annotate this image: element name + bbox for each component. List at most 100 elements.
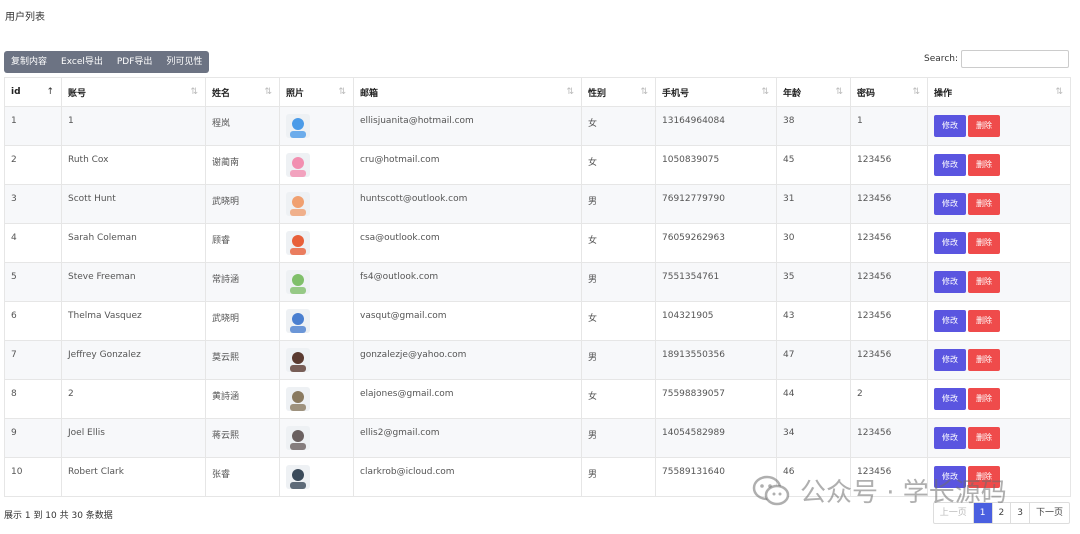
cell-name: 武晓明 [205, 184, 280, 224]
delete-button[interactable]: 删除 [968, 193, 1000, 215]
delete-button[interactable]: 删除 [968, 310, 1000, 332]
table-row: 6 Thelma Vasquez 武晓明 vasqut@gmail.com 女 10432… [4, 301, 1071, 341]
search-bar: Search: [924, 50, 1069, 68]
delete-button[interactable]: 删除 [968, 154, 1000, 176]
sort-icon[interactable]: ⇅ [912, 87, 920, 97]
avatar-cell [279, 184, 354, 224]
column-header-age[interactable]: 年龄 ⇅ [776, 77, 851, 107]
delete-button[interactable]: 删除 [968, 115, 1000, 137]
edit-button[interactable]: 修改 [934, 193, 966, 215]
edit-button[interactable]: 修改 [934, 349, 966, 371]
cell-gender: 女 [581, 301, 656, 341]
cell-id: 6 [4, 301, 62, 341]
edit-button[interactable]: 修改 [934, 388, 966, 410]
avatar-cell [279, 301, 354, 341]
column-header-phone[interactable]: 手机号 ⇅ [655, 77, 777, 107]
cell-age: 35 [776, 262, 851, 302]
cell-account: Ruth Cox [61, 145, 206, 185]
column-header-password[interactable]: 密码 ⇅ [850, 77, 928, 107]
cell-email: elajones@gmail.com [353, 379, 582, 419]
column-visibility-button[interactable]: 列可见性 [159, 51, 209, 73]
cell-account: Robert Clark [61, 457, 206, 497]
sort-icon[interactable]: ⇅ [835, 87, 843, 97]
copy-button[interactable]: 复制内容 [4, 51, 54, 73]
cell-gender: 女 [581, 145, 656, 185]
cell-account: 2 [61, 379, 206, 419]
sort-icon[interactable]: ⇅ [190, 87, 198, 97]
avatar-cell [279, 457, 354, 497]
column-header-email[interactable]: 邮箱 ⇅ [353, 77, 582, 107]
actions-cell: 修改 删除 [927, 145, 1071, 185]
cell-id: 2 [4, 145, 62, 185]
cell-gender: 男 [581, 418, 656, 458]
edit-button[interactable]: 修改 [934, 154, 966, 176]
edit-button[interactable]: 修改 [934, 115, 966, 137]
sort-icon[interactable]: ↑ [46, 87, 54, 97]
cell-age: 30 [776, 223, 851, 263]
edit-button[interactable]: 修改 [934, 310, 966, 332]
table-row: 5 Steve Freeman 常詩涵 fs4@outlook.com 男 7551354… [4, 262, 1071, 302]
edit-button[interactable]: 修改 [934, 427, 966, 449]
cell-email: ellisjuanita@hotmail.com [353, 106, 582, 146]
avatar [286, 348, 310, 372]
cell-phone: 7551354761 [655, 262, 777, 302]
actions-cell: 修改 删除 [927, 184, 1071, 224]
next-page-button[interactable]: 下一页 [1030, 503, 1069, 523]
cell-phone: 14054582989 [655, 418, 777, 458]
column-header-label: 操作 [934, 88, 953, 99]
sort-icon[interactable]: ⇅ [640, 87, 648, 97]
column-header-label: 性别 [588, 88, 607, 99]
pdf-export-button[interactable]: PDF导出 [110, 51, 160, 73]
watermark-text: 公众号 · 学长源码 [800, 478, 1007, 508]
avatar-cell [279, 223, 354, 263]
cell-phone: 76059262963 [655, 223, 777, 263]
cell-phone: 76912779790 [655, 184, 777, 224]
avatar-cell [279, 145, 354, 185]
avatar [286, 153, 310, 177]
sort-icon[interactable]: ⇅ [264, 87, 272, 97]
export-button-group: 复制内容 Excel导出 PDF导出 列可见性 [4, 51, 210, 73]
column-header-actions[interactable]: 操作 ⇅ [927, 77, 1071, 107]
cell-id: 8 [4, 379, 62, 419]
delete-button[interactable]: 删除 [968, 427, 1000, 449]
sort-icon[interactable]: ⇅ [338, 87, 346, 97]
delete-button[interactable]: 删除 [968, 232, 1000, 254]
avatar-cell [279, 340, 354, 380]
avatar [286, 465, 310, 489]
cell-password: 123456 [850, 223, 928, 263]
sort-icon[interactable]: ⇅ [566, 87, 574, 97]
cell-gender: 男 [581, 340, 656, 380]
avatar [286, 192, 310, 216]
cell-phone: 18913550356 [655, 340, 777, 380]
column-header-id[interactable]: id ↑ [4, 77, 62, 107]
table-row: 9 Joel Ellis 蒋云熙 ellis2@gmail.com 男 140545829… [4, 418, 1071, 458]
column-header-label: 手机号 [662, 88, 690, 99]
edit-button[interactable]: 修改 [934, 271, 966, 293]
column-header-label: 照片 [286, 88, 305, 99]
cell-id: 7 [4, 340, 62, 380]
table-row: 8 2 黄詩涵 elajones@gmail.com 女 75598839057 44 2 修改… [4, 379, 1071, 419]
column-header-name[interactable]: 姓名 ⇅ [205, 77, 280, 107]
page-button-3[interactable]: 3 [1011, 503, 1030, 523]
sort-icon[interactable]: ⇅ [1055, 87, 1063, 97]
column-header-account[interactable]: 账号 ⇅ [61, 77, 206, 107]
cell-password: 123456 [850, 262, 928, 302]
search-input[interactable] [961, 50, 1069, 68]
watermark: 公众号 · 学长源码 [752, 472, 1007, 509]
excel-export-button[interactable]: Excel导出 [54, 51, 110, 73]
column-header-label: 账号 [68, 88, 87, 99]
sort-icon[interactable]: ⇅ [761, 87, 769, 97]
column-header-gender[interactable]: 性别 ⇅ [581, 77, 656, 107]
cell-name: 武晓明 [205, 301, 280, 341]
cell-id: 9 [4, 418, 62, 458]
avatar [286, 387, 310, 411]
edit-button[interactable]: 修改 [934, 232, 966, 254]
delete-button[interactable]: 删除 [968, 349, 1000, 371]
cell-account: Sarah Coleman [61, 223, 206, 263]
cell-id: 3 [4, 184, 62, 224]
delete-button[interactable]: 删除 [968, 271, 1000, 293]
cell-gender: 男 [581, 262, 656, 302]
column-header-photo[interactable]: 照片 ⇅ [279, 77, 354, 107]
table-row: 2 Ruth Cox 谢蔺南 cru@hotmail.com 女 1050839075 45… [4, 145, 1071, 185]
delete-button[interactable]: 删除 [968, 388, 1000, 410]
